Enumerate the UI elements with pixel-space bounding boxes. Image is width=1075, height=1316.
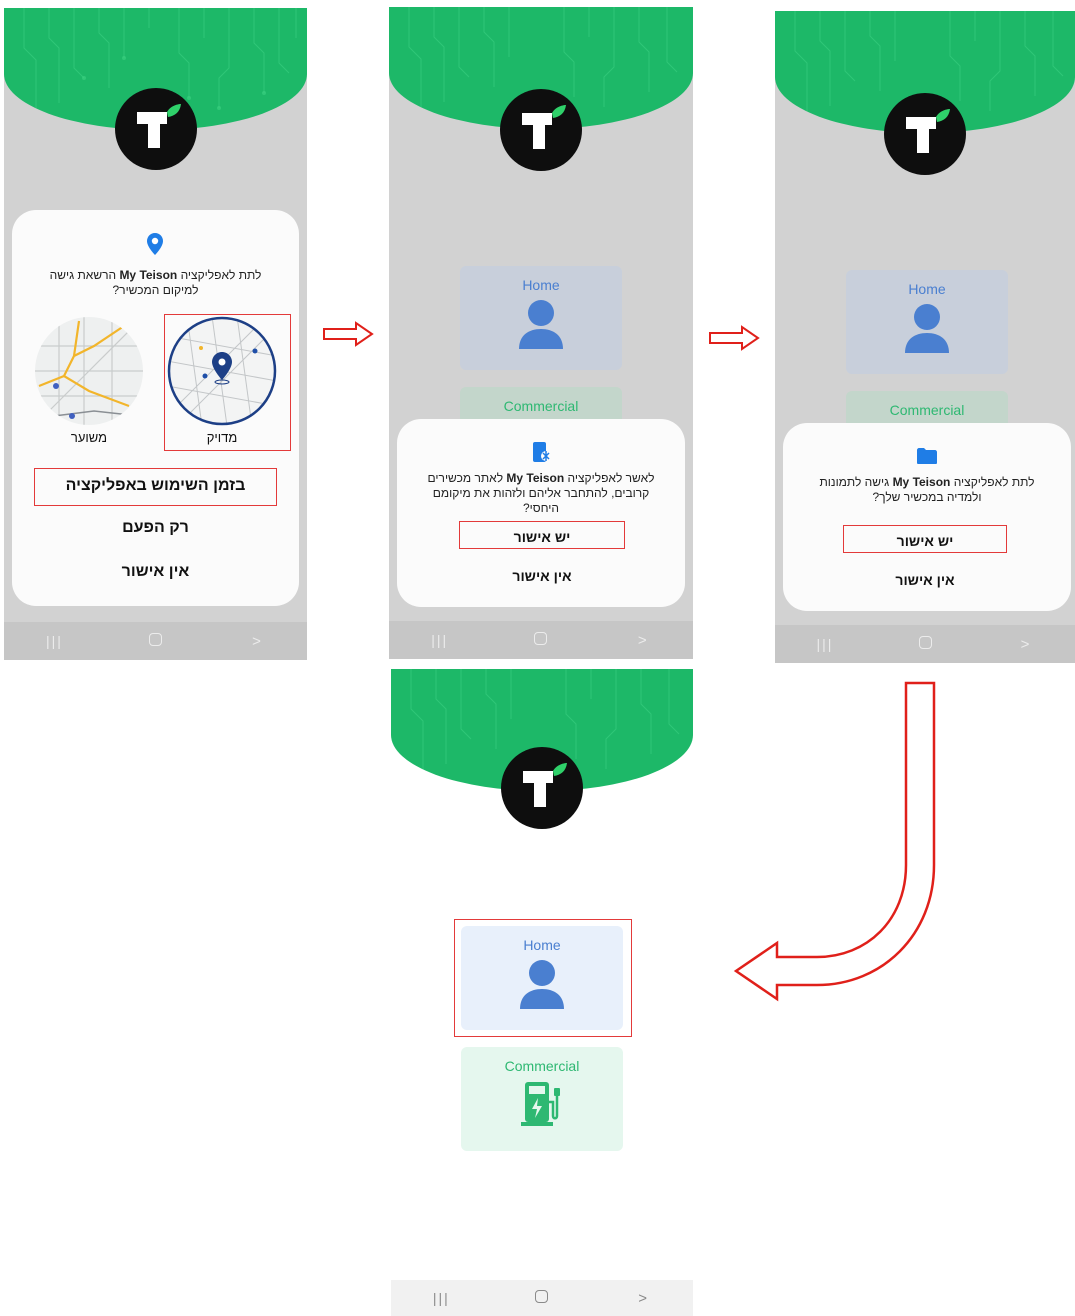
person-icon: [905, 304, 949, 353]
nearby-question: לאשר לאפליקציה My Teison לאתר מכשירים קר…: [415, 471, 667, 516]
home-icon: [149, 632, 162, 646]
location-permission-dialog: לתת לאפליקציה My Teison הרשאת גישה למיקו…: [12, 210, 299, 606]
deny-button[interactable]: אין אישור: [843, 569, 1007, 591]
approximate-label: משוער: [70, 430, 108, 445]
system-navbar: ||| >: [391, 1280, 693, 1316]
system-navbar: ||| >: [775, 625, 1075, 663]
home-button[interactable]: [905, 635, 945, 653]
highlight-precise: [164, 314, 291, 451]
teison-logo: [114, 88, 197, 170]
approximate-location-option[interactable]: משוער: [34, 316, 144, 445]
recent-apps-button[interactable]: |||: [35, 633, 75, 649]
tile-commercial-label: Commercial: [504, 1058, 580, 1074]
home-button[interactable]: [136, 632, 176, 650]
back-button[interactable]: >: [622, 632, 662, 649]
screen-nearby-permission: Home Commercial לאשר לאפליקציה My Teison…: [389, 7, 693, 659]
location-question: לתת לאפליקציה My Teison הרשאת גישה למיקו…: [32, 268, 279, 298]
tile-home-label: Home: [908, 281, 946, 297]
app-name: My Teison: [506, 471, 565, 485]
screen-media-permission: Home Commercial לתת לאפליקציה My Teison …: [775, 11, 1075, 663]
only-this-time-label: רק הפעם: [122, 519, 189, 536]
tile-commercial-label: Commercial: [889, 402, 965, 418]
back-button[interactable]: >: [237, 633, 277, 650]
text-pre: לאשר לאפליקציה: [564, 471, 655, 485]
media-permission-dialog: לתת לאפליקציה My Teison גישה לתמונות ולמ…: [783, 423, 1071, 611]
home-icon: [918, 635, 932, 649]
teison-logo: [501, 747, 583, 829]
tile-home[interactable]: Home: [846, 270, 1008, 374]
nearby-devices-dialog: לאשר לאפליקציה My Teison לאתר מכשירים קר…: [397, 419, 685, 607]
person-icon: [519, 300, 563, 349]
deny-button[interactable]: אין אישור: [34, 560, 277, 584]
screen-location-permission: לתת לאפליקציה My Teison הרשאת גישה למיקו…: [4, 8, 307, 660]
curved-arrow-icon: [733, 681, 936, 1002]
system-navbar: ||| >: [389, 621, 693, 659]
recent-apps-button[interactable]: |||: [421, 1290, 461, 1306]
text-pre: לתת לאפליקציה: [177, 268, 262, 282]
deny-label: אין אישור: [895, 572, 955, 588]
app-name: My Teison: [119, 268, 178, 282]
home-button[interactable]: [522, 1289, 562, 1307]
location-pin-icon: [145, 232, 165, 256]
deny-label: אין אישור: [512, 568, 572, 584]
back-button[interactable]: >: [1005, 636, 1045, 653]
nearby-devices-icon: [531, 441, 551, 463]
tile-commercial[interactable]: Commercial: [461, 1047, 623, 1151]
highlight-while-using: [34, 468, 277, 506]
tile-home-label: Home: [522, 277, 560, 293]
text-pre: לתת לאפליקציה: [950, 475, 1035, 489]
app-name: My Teison: [892, 475, 951, 489]
only-this-time-button[interactable]: רק הפעם: [34, 516, 277, 540]
back-button[interactable]: >: [623, 1290, 663, 1307]
tile-commercial-label: Commercial: [503, 398, 579, 414]
highlight-home: [454, 919, 632, 1037]
home-button[interactable]: [521, 631, 561, 649]
media-question: לתת לאפליקציה My Teison גישה לתמונות ולמ…: [805, 475, 1049, 505]
home-icon: [534, 631, 548, 645]
teison-logo: [884, 93, 966, 175]
ev-charger-icon: [521, 1082, 560, 1126]
recent-apps-button[interactable]: |||: [420, 632, 460, 648]
deny-label: אין אישור: [121, 563, 190, 580]
approximate-map-image: [35, 317, 143, 425]
system-navbar: ||| >: [4, 622, 307, 660]
folder-icon: [916, 447, 938, 465]
home-icon: [535, 1289, 549, 1303]
highlight-allow: [843, 525, 1007, 553]
screen-main-selection: Home Commercial ||| >: [391, 669, 693, 1316]
highlight-allow: [459, 521, 625, 549]
recent-apps-button[interactable]: |||: [805, 636, 845, 652]
tile-home[interactable]: Home: [460, 266, 622, 370]
arrow-right-icon: [323, 321, 374, 347]
deny-button[interactable]: אין אישור: [459, 565, 625, 587]
arrow-right-icon: [709, 325, 760, 351]
teison-logo: [500, 89, 582, 171]
